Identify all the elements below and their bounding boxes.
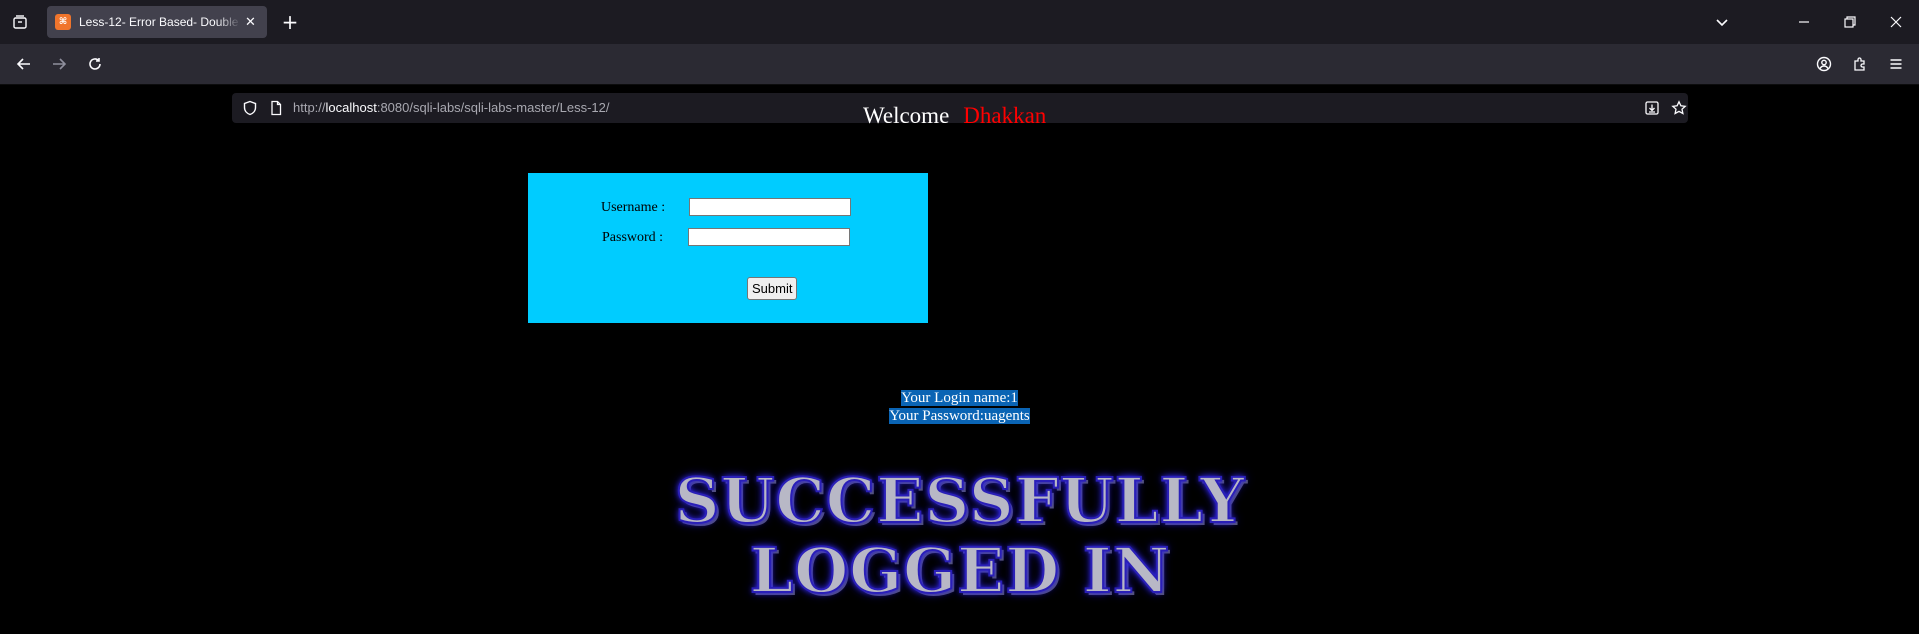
close-window-icon[interactable] — [1880, 6, 1912, 38]
success-line-1: SUCCESSFULLY — [674, 464, 1246, 537]
minimize-icon[interactable] — [1788, 6, 1820, 38]
submit-button[interactable]: Submit — [747, 277, 798, 300]
reload-icon[interactable] — [79, 48, 111, 80]
new-tab-icon[interactable]: + — [274, 6, 306, 38]
extensions-icon[interactable] — [1844, 48, 1876, 80]
login-name-result: Your Login name:1 — [0, 390, 1919, 407]
tab-close-icon[interactable]: ✕ — [245, 15, 256, 30]
tab-title: Less-12- Error Based- Double quotes- Str… — [79, 15, 241, 29]
url-path: :8080/sqli-labs/sqli-labs-master/Less-12… — [376, 100, 610, 115]
password-result: Your Password:uagents — [0, 408, 1919, 425]
bookmark-star-icon[interactable] — [1663, 92, 1695, 124]
password-label: Password : — [602, 230, 664, 245]
url-text[interactable]: http://localhost:8080/sqli-labs/sqli-lab… — [293, 100, 610, 115]
nav-toolbar: http://localhost:8080/sqli-labs/sqli-lab… — [0, 44, 1919, 123]
url-host: localhost — [325, 100, 377, 115]
welcome-text: Welcome — [863, 103, 950, 128]
tab-overview-icon[interactable] — [4, 6, 36, 38]
restore-icon[interactable] — [1834, 6, 1866, 38]
login-name-text: Your Login name:1 — [901, 390, 1018, 406]
password-input[interactable] — [688, 228, 850, 246]
welcome-name: Dhakkan — [963, 103, 1047, 128]
tab-less-12[interactable]: ⌘ Less-12- Error Based- Double quotes- S… — [47, 6, 267, 38]
username-input[interactable] — [689, 198, 851, 216]
back-icon[interactable] — [8, 48, 40, 80]
login-form: Username : Password : Submit — [528, 173, 928, 323]
page-info-icon[interactable] — [260, 92, 292, 124]
xampp-favicon-icon: ⌘ — [55, 14, 71, 30]
tab-bar: ⌘ Less-12- Error Based- Double quotes- S… — [0, 0, 1919, 44]
menu-icon[interactable] — [1880, 48, 1912, 80]
list-all-tabs-icon[interactable] — [1706, 6, 1738, 38]
username-label: Username : — [601, 200, 666, 215]
account-icon[interactable] — [1808, 48, 1840, 80]
url-scheme: http:// — [293, 100, 326, 115]
success-banner-image: SUCCESSFULLY LOGGED IN — [660, 464, 1260, 607]
password-text: Your Password:uagents — [889, 408, 1030, 424]
success-line-2: LOGGED IN — [749, 534, 1171, 607]
forward-icon[interactable] — [43, 48, 75, 80]
welcome-heading: Welcome Dhakkan — [863, 103, 1046, 129]
